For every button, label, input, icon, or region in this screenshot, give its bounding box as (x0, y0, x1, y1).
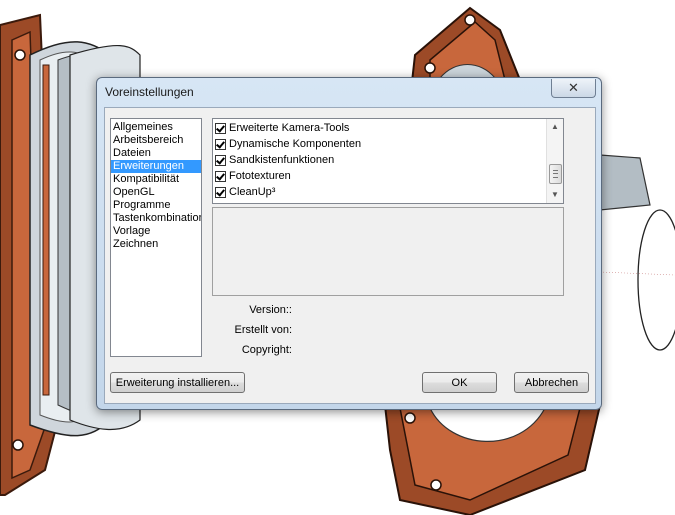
scroll-down-icon[interactable]: ▼ (547, 187, 563, 203)
category-item-tastenkombination[interactable]: Tastenkombination (111, 212, 201, 225)
category-item-vorlage[interactable]: Vorlage (111, 225, 201, 238)
scroll-thumb[interactable] (549, 164, 562, 184)
checkbox[interactable] (215, 186, 226, 198)
extension-description (212, 207, 564, 296)
extension-label: Erweiterte Kamera-Tools (229, 122, 350, 134)
created-by-label: Erstellt von: (234, 324, 292, 336)
checkbox[interactable] (215, 154, 226, 166)
extension-item[interactable]: CleanUp³ (213, 184, 563, 200)
extension-item[interactable]: Sandkistenfunktionen (213, 152, 563, 168)
extension-label: Fototexturen (229, 170, 291, 182)
install-extension-button[interactable]: Erweiterung installieren... (110, 372, 245, 393)
category-item-zeichnen[interactable]: Zeichnen (111, 238, 201, 251)
close-icon: ✕ (568, 80, 579, 95)
category-item-allgemeines[interactable]: Allgemeines (111, 121, 201, 134)
extension-list[interactable]: Erweiterte Kamera-Tools Dynamische Kompo… (212, 118, 564, 204)
dialog-title: Voreinstellungen (105, 85, 194, 99)
cancel-button[interactable]: Abbrechen (514, 372, 589, 393)
extension-item[interactable]: Fototexturen (213, 168, 563, 184)
extension-label: CleanUp³ (229, 186, 276, 198)
extension-label: Sandkistenfunktionen (229, 154, 335, 166)
category-item-erweiterungen[interactable]: Erweiterungen (111, 160, 201, 173)
category-item-opengl[interactable]: OpenGL (111, 186, 201, 199)
close-button[interactable]: ✕ (551, 79, 596, 98)
copyright-label: Copyright: (241, 344, 292, 356)
extension-item[interactable]: Dynamische Komponenten (213, 136, 563, 152)
category-item-dateien[interactable]: Dateien (111, 147, 201, 160)
checkbox[interactable] (215, 122, 226, 134)
dialog-body: Allgemeines Arbeitsbereich Dateien Erwei… (104, 107, 596, 404)
category-list[interactable]: Allgemeines Arbeitsbereich Dateien Erwei… (110, 118, 202, 357)
checkbox[interactable] (215, 138, 226, 150)
extension-label: Dynamische Komponenten (229, 138, 362, 150)
version-label: Version:: (249, 304, 292, 316)
ok-button[interactable]: OK (422, 372, 497, 393)
category-item-kompatibilitaet[interactable]: Kompatibilität (111, 173, 201, 186)
extension-scrollbar[interactable]: ▲ ▼ (546, 119, 563, 203)
category-item-programme[interactable]: Programme (111, 199, 201, 212)
scroll-up-icon[interactable]: ▲ (547, 119, 563, 135)
preferences-dialog: Voreinstellungen ✕ Allgemeines Arbeitsbe… (96, 77, 602, 410)
category-item-arbeitsbereich[interactable]: Arbeitsbereich (111, 134, 201, 147)
extension-item[interactable]: Erweiterte Kamera-Tools (213, 120, 563, 136)
checkbox[interactable] (215, 170, 226, 182)
